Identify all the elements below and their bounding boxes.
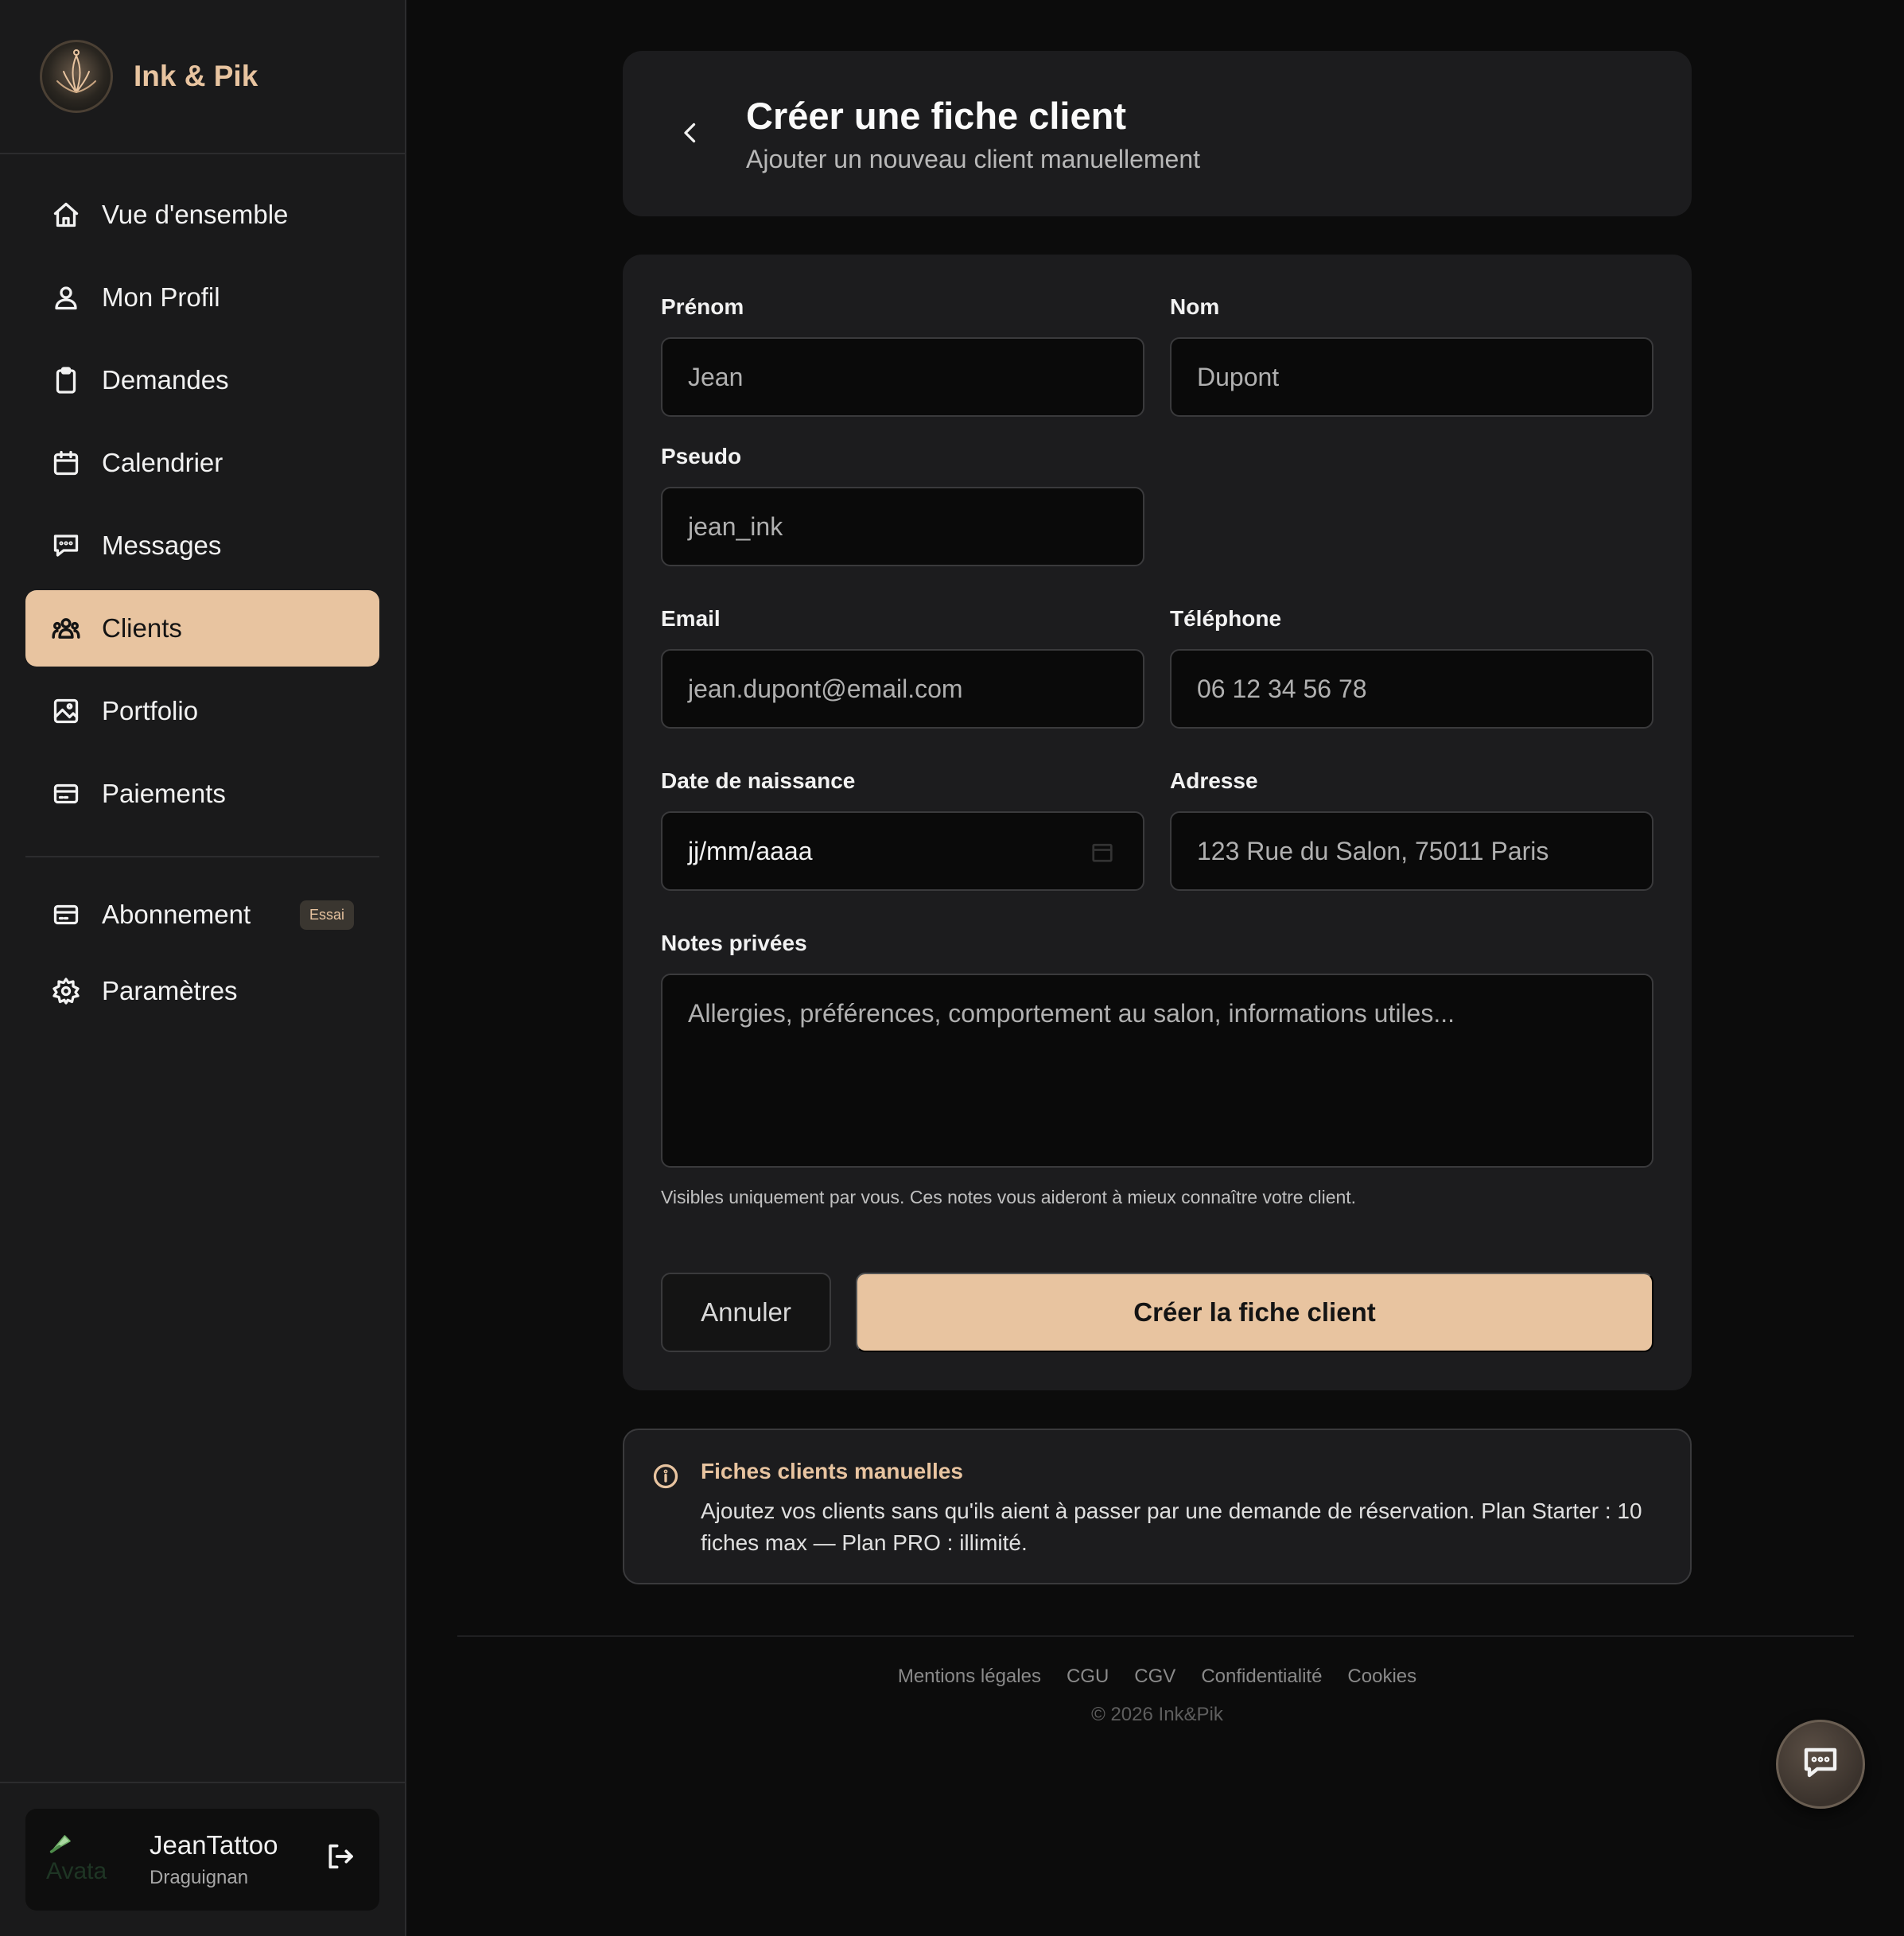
home-icon <box>51 200 81 230</box>
nav-item-subscription[interactable]: Abonnement Essai <box>25 880 379 950</box>
avatar: Avata <box>46 1828 110 1891</box>
nav-item-profile[interactable]: Mon Profil <box>25 259 379 336</box>
nav-item-label: Paiements <box>102 779 226 808</box>
create-client-button[interactable]: Créer la fiche client <box>856 1273 1653 1352</box>
nav-item-payments[interactable]: Paiements <box>25 756 379 832</box>
broken-image-icon <box>49 1835 71 1853</box>
secondary-nav: Abonnement Essai Paramètres <box>0 880 405 1026</box>
back-button[interactable] <box>670 113 710 153</box>
brand-name: Ink & Pik <box>134 60 258 92</box>
nom-input[interactable]: Dupont <box>1170 337 1653 417</box>
notes-placeholder: Allergies, préférences, comportement au … <box>688 999 1455 1028</box>
brand-logo-icon <box>40 40 113 113</box>
info-card: Fiches clients manuelles Ajoutez vos cli… <box>623 1429 1692 1584</box>
info-text: Ajoutez vos clients sans qu'ils aient à … <box>701 1499 1642 1555</box>
user-icon <box>51 282 81 313</box>
birthdate-value: jj/mm/aaaa <box>688 836 813 865</box>
birthdate-label: Date de naissance <box>661 768 856 793</box>
page-subtitle: Ajouter un nouveau client manuellement <box>746 145 1201 173</box>
card-icon <box>51 779 81 809</box>
telephone-label: Téléphone <box>1170 606 1282 631</box>
address-label: Adresse <box>1170 768 1258 793</box>
brand[interactable]: Ink & Pik <box>0 0 405 154</box>
prenom-placeholder: Jean <box>688 362 744 391</box>
avatar-alt-text: Avata <box>46 1858 107 1884</box>
gear-icon <box>51 976 81 1006</box>
birthdate-input[interactable]: jj/mm/aaaa <box>661 811 1144 891</box>
page-header: Créer une fiche client Ajouter un nouvea… <box>623 51 1692 216</box>
nav-item-settings[interactable]: Paramètres <box>25 956 379 1026</box>
pseudo-label: Pseudo <box>661 444 742 468</box>
nav-item-label: Mon Profil <box>102 282 220 312</box>
footer-link-cgu[interactable]: CGU <box>1067 1666 1109 1688</box>
pseudo-placeholder: jean_ink <box>688 511 783 541</box>
nav-item-messages[interactable]: Messages <box>25 507 379 584</box>
footer-link-cgv[interactable]: CGV <box>1134 1666 1175 1688</box>
nav-item-overview[interactable]: Vue d'ensemble <box>25 177 379 253</box>
prenom-input[interactable]: Jean <box>661 337 1144 417</box>
nav-item-label: Clients <box>102 613 182 643</box>
chat-icon <box>1801 1744 1840 1786</box>
prenom-label: Prénom <box>661 294 744 319</box>
user-name: JeanTattoo <box>150 1830 278 1860</box>
user-card[interactable]: Avata JeanTattoo Draguignan <box>25 1809 379 1911</box>
main-content: Créer une fiche client Ajouter un nouvea… <box>406 0 1904 1936</box>
main-nav: Vue d'ensemble Mon Profil Demandes Calen… <box>0 154 405 832</box>
email-field[interactable]: jean.dupont@email.com <box>661 649 1144 729</box>
message-icon <box>51 531 81 561</box>
nav-divider <box>25 856 379 857</box>
user-area: Avata JeanTattoo Draguignan <box>0 1782 405 1936</box>
telephone-placeholder: 06 12 34 56 78 <box>1197 674 1367 703</box>
email-placeholder: jean.dupont@email.com <box>688 674 963 703</box>
cancel-button[interactable]: Annuler <box>661 1273 831 1352</box>
nav-item-requests[interactable]: Demandes <box>25 342 379 418</box>
footer-links: Mentions légales CGU CGV Confidentialité… <box>406 1666 1904 1688</box>
trial-badge: Essai <box>299 900 354 930</box>
chat-button[interactable] <box>1776 1720 1865 1809</box>
nav-item-label: Portfolio <box>102 696 199 725</box>
footer-link-legal[interactable]: Mentions légales <box>898 1666 1041 1688</box>
user-info: JeanTattoo Draguignan <box>150 1830 278 1889</box>
nom-placeholder: Dupont <box>1197 362 1280 391</box>
nav-item-label: Messages <box>102 531 222 560</box>
notes-label: Notes privées <box>661 931 807 955</box>
footer-link-cookies[interactable]: Cookies <box>1347 1666 1416 1688</box>
sidebar: Ink & Pik Vue d'ensemble Mon Profil Dema… <box>0 0 406 1936</box>
pseudo-input[interactable]: jean_ink <box>661 487 1144 566</box>
notes-textarea[interactable]: Allergies, préférences, comportement au … <box>661 974 1653 1168</box>
users-icon <box>51 613 81 643</box>
address-placeholder: 123 Rue du Salon, 75011 Paris <box>1197 836 1549 865</box>
nav-item-portfolio[interactable]: Portfolio <box>25 673 379 749</box>
clipboard-icon <box>51 365 81 395</box>
email-label: Email <box>661 606 721 631</box>
client-form: Prénom Jean Nom Dupont Pseudo jean_ink E… <box>623 255 1692 1390</box>
nom-label: Nom <box>1170 294 1220 319</box>
nav-item-label: Paramètres <box>102 976 238 1005</box>
telephone-field[interactable]: 06 12 34 56 78 <box>1170 649 1653 729</box>
footer-divider <box>457 1635 1854 1637</box>
card-icon <box>51 900 81 930</box>
calendar-icon <box>51 448 81 478</box>
address-input[interactable]: 123 Rue du Salon, 75011 Paris <box>1170 811 1653 891</box>
logout-icon[interactable] <box>324 1841 359 1876</box>
image-icon <box>51 696 81 726</box>
user-city: Draguignan <box>150 1867 249 1888</box>
notes-hint: Visibles uniquement par vous. Ces notes … <box>661 1187 1357 1207</box>
nav-item-label: Vue d'ensemble <box>102 200 289 229</box>
nav-item-clients[interactable]: Clients <box>25 590 379 667</box>
nav-item-label: Abonnement <box>102 900 251 929</box>
page-title: Créer une fiche client <box>746 95 1126 137</box>
copyright: © 2026 Ink&Pik <box>1091 1704 1223 1725</box>
calendar-picker-icon[interactable] <box>1090 840 1114 864</box>
footer-link-privacy[interactable]: Confidentialité <box>1201 1666 1322 1688</box>
nav-item-calendar[interactable]: Calendrier <box>25 425 379 501</box>
info-icon <box>651 1462 680 1491</box>
nav-item-label: Demandes <box>102 365 229 395</box>
nav-item-label: Calendrier <box>102 448 223 477</box>
info-title: Fiches clients manuelles <box>701 1459 963 1483</box>
